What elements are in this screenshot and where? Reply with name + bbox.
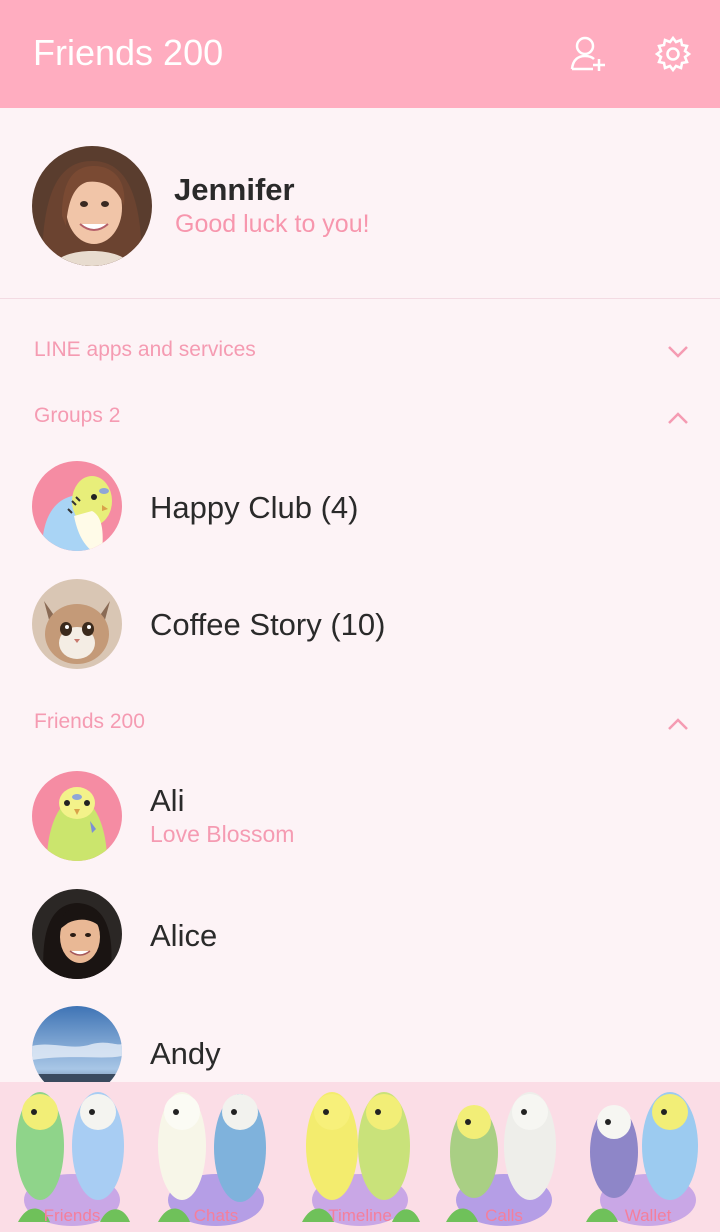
profile-name: Jennifer [174,172,295,207]
friend-name: Andy [150,1036,221,1071]
avatar [32,771,122,861]
tab-timeline[interactable]: Timeline [288,1082,432,1232]
group-name: Happy Club (4) [150,490,359,525]
tab-calls[interactable]: Calls [432,1082,576,1232]
section-friends-label[interactable]: Friends 200 [34,710,145,734]
tab-label: Calls [485,1206,523,1225]
tab-label: Chats [193,1206,239,1225]
add-friend-button[interactable] [567,32,611,76]
app-header: Friends 200 [0,0,720,108]
page-title: Friends 200 [33,32,224,73]
tab-label: Friends [43,1206,101,1225]
avatar [32,579,122,669]
avatar [32,146,152,266]
tab-label: Wallet [624,1206,672,1225]
friend-name: Ali [150,783,185,818]
chevron-up-icon[interactable] [666,408,690,428]
settings-button[interactable] [651,32,695,76]
tab-label: Timeline [328,1206,392,1225]
section-services-label[interactable]: LINE apps and services [34,338,256,362]
tab-wallet[interactable]: Wallet [576,1082,720,1232]
avatar [32,889,122,979]
chevron-down-icon[interactable] [666,342,690,362]
add-friend-icon [570,36,605,71]
my-profile[interactable]: Jennifer Good luck to you! [0,108,720,299]
tab-chats[interactable]: Chats [144,1082,288,1232]
bottom-tab-bar: Friends Chats Timeline Calls Wallet [0,1082,720,1232]
group-name: Coffee Story (10) [150,607,386,642]
friend-status: Love Blossom [150,821,295,847]
profile-status: Good luck to you! [175,210,370,238]
tab-friends[interactable]: Friends [0,1082,144,1232]
gear-icon [654,35,692,73]
friend-name: Alice [150,918,218,953]
section-groups-label[interactable]: Groups 2 [34,404,120,428]
avatar [32,461,122,551]
chevron-up-icon[interactable] [666,714,690,734]
